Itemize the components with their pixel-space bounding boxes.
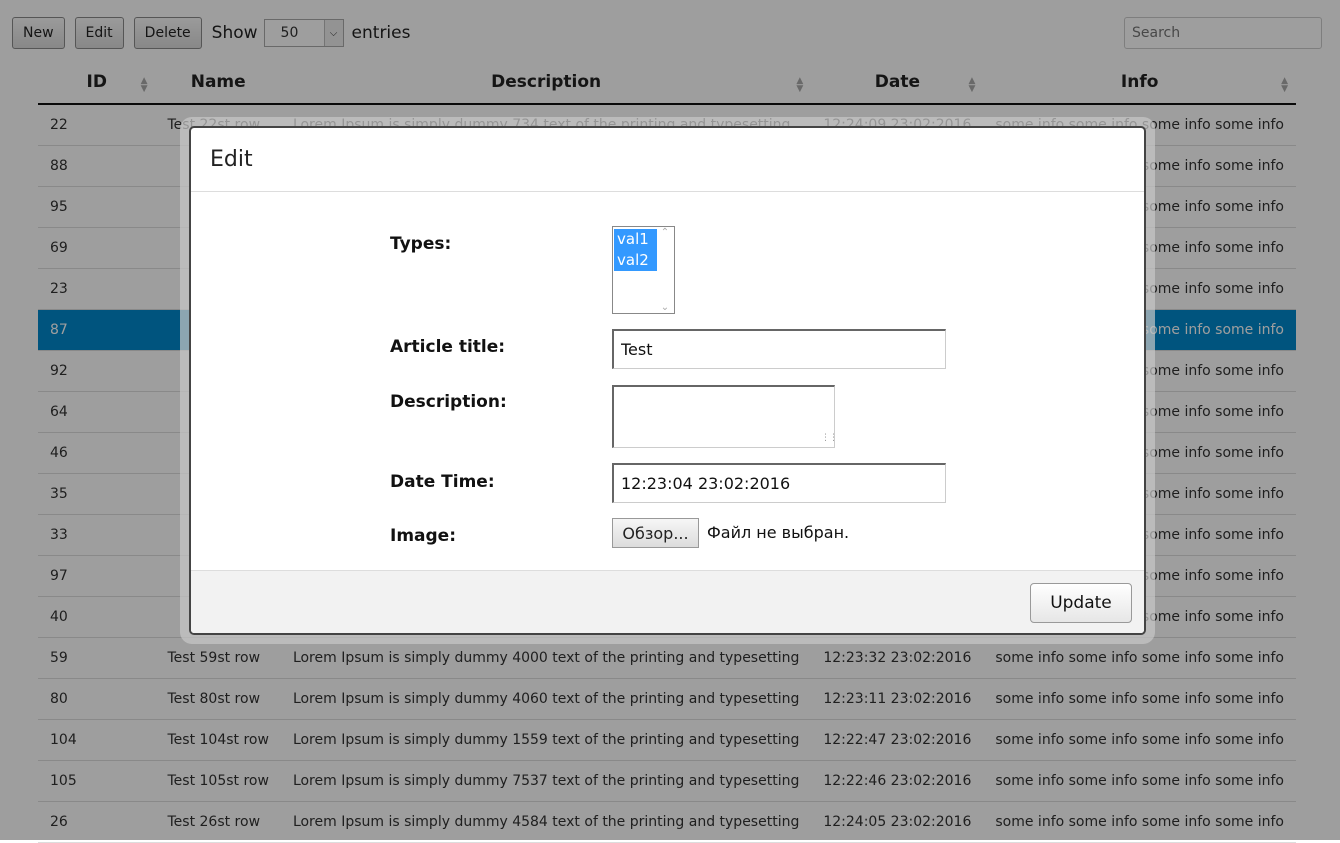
edit-dialog: Edit Types: val1 val2 ⌃ ⌄ Article title:…: [189, 126, 1146, 635]
dialog-footer: Update: [191, 570, 1144, 633]
dialog-title: Edit: [191, 128, 1144, 192]
image-label: Image:: [390, 526, 457, 546]
description-textarea[interactable]: [612, 385, 835, 448]
types-option[interactable]: val2: [614, 250, 657, 271]
datetime-label: Date Time:: [390, 472, 495, 492]
dialog-body: Types: val1 val2 ⌃ ⌄ Article title: Desc…: [191, 192, 1144, 574]
article-title-input[interactable]: [612, 329, 946, 369]
description-label: Description:: [390, 392, 507, 412]
types-label: Types:: [390, 234, 452, 254]
types-listbox[interactable]: val1 val2 ⌃ ⌄: [612, 226, 675, 314]
article-title-label: Article title:: [390, 337, 506, 357]
file-status-text: Файл не выбран.: [707, 523, 850, 542]
chevron-down-icon[interactable]: ⌄: [661, 302, 669, 313]
listbox-scrollbar[interactable]: ⌃ ⌄: [656, 227, 674, 313]
update-button[interactable]: Update: [1030, 583, 1132, 623]
datetime-input[interactable]: [612, 463, 946, 503]
resize-grip-icon[interactable]: ⋮⋮: [821, 433, 838, 443]
types-option[interactable]: val1: [614, 229, 657, 250]
browse-file-button[interactable]: Обзор...: [612, 518, 699, 548]
chevron-up-icon[interactable]: ⌃: [661, 227, 669, 238]
